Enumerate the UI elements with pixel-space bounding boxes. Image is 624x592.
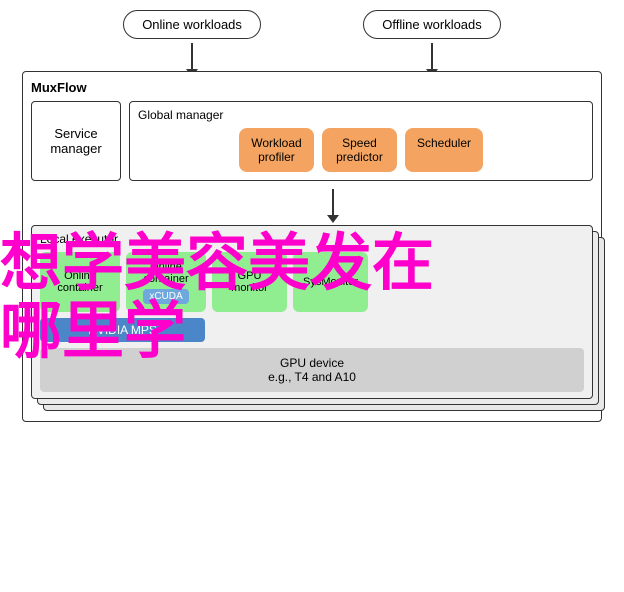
- offline-arrow: [431, 43, 433, 71]
- service-manager-label: Service manager: [40, 126, 112, 156]
- muxflow-label: MuxFlow: [31, 80, 593, 95]
- middle-arrow: [31, 189, 593, 217]
- nvidia-mps-bar: NVIDIA MPS: [40, 318, 205, 342]
- online-container-2-label: Onlinecontainer: [143, 261, 188, 285]
- service-manager-box: Service manager: [31, 101, 121, 181]
- online-arrow: [191, 43, 193, 71]
- gpu-device-line2: e.g., T4 and A10: [48, 370, 576, 384]
- sysmonitor-label: SysMonitor: [303, 276, 358, 288]
- workload-profiler-box: Workloadprofiler: [239, 128, 314, 172]
- online-workloads-pill: Online workloads: [123, 10, 261, 39]
- stack-wrapper: Local executor Onlinecontainer Onlinecon…: [31, 225, 593, 399]
- gpu-monitor-box: GPUmonitor: [212, 252, 287, 312]
- offline-workload-col: Offline workloads: [363, 10, 500, 71]
- service-to-executor-arrow: [332, 189, 334, 217]
- global-manager-box: Global manager Workloadprofiler Speedpre…: [129, 101, 593, 181]
- local-executor-box: Local executor Onlinecontainer Onlinecon…: [31, 225, 593, 399]
- local-executor-label: Local executor: [40, 232, 584, 246]
- gpu-device-box: GPU device e.g., T4 and A10: [40, 348, 584, 392]
- xcuda-badge: xCUDA: [143, 289, 188, 304]
- gpu-monitor-label: GPUmonitor: [231, 270, 268, 294]
- top-labels-row: Online workloads Offline workloads: [22, 10, 602, 71]
- online-container-1-label: Onlinecontainer: [57, 270, 102, 294]
- executor-items-row: Onlinecontainer Onlinecontainer xCUDA GP…: [40, 252, 584, 312]
- gpu-device-line1: GPU device: [48, 356, 576, 370]
- top-section: Service manager Global manager Workloadp…: [31, 101, 593, 181]
- sysmonitor-box: SysMonitor: [293, 252, 368, 312]
- online-workload-col: Online workloads: [123, 10, 261, 71]
- offline-workloads-pill: Offline workloads: [363, 10, 500, 39]
- global-manager-label: Global manager: [138, 108, 584, 122]
- diagram-container: Online workloads Offline workloads MuxFl…: [22, 10, 602, 422]
- global-manager-items: Workloadprofiler Speedpredictor Schedule…: [138, 128, 584, 172]
- online-container-1: Onlinecontainer: [40, 252, 120, 312]
- muxflow-box: MuxFlow Service manager Global manager W…: [22, 71, 602, 422]
- online-container-2: Onlinecontainer xCUDA: [126, 252, 206, 312]
- scheduler-box: Scheduler: [405, 128, 483, 172]
- speed-predictor-box: Speedpredictor: [322, 128, 397, 172]
